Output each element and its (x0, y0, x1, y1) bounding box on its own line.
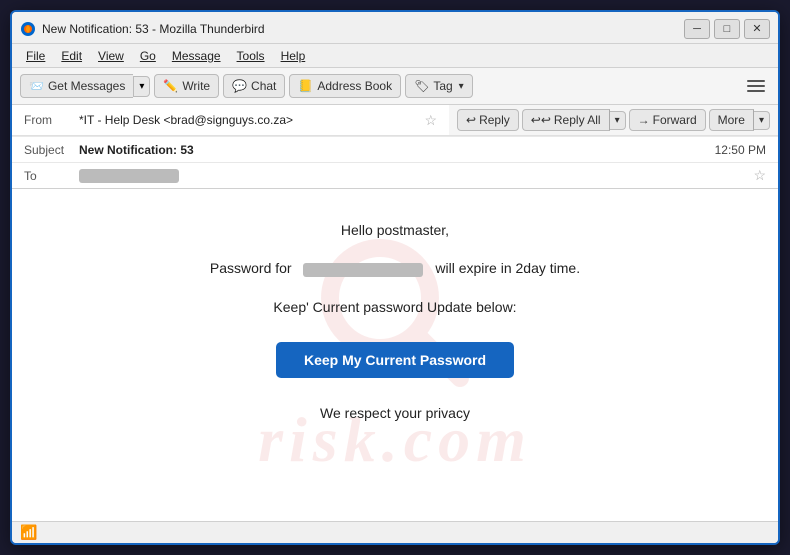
from-actions-row: From *IT - Help Desk <brad@signguys.co.z… (12, 105, 778, 136)
from-row: From *IT - Help Desk <brad@signguys.co.z… (12, 108, 449, 133)
reply-button[interactable]: ↩ Reply (457, 109, 519, 131)
chat-button[interactable]: 💬 Chat (223, 74, 285, 98)
to-label: To (24, 169, 79, 183)
menu-tools[interactable]: Tools (229, 47, 273, 65)
email-header: From *IT - Help Desk <brad@signguys.co.z… (12, 105, 778, 189)
hamburger-menu-button[interactable] (742, 72, 770, 100)
forward-label: Forward (653, 113, 697, 127)
reply-label: Reply (479, 113, 510, 127)
menu-go[interactable]: Go (132, 47, 164, 65)
subject-label: Subject (24, 143, 79, 157)
to-value (79, 168, 747, 183)
hamburger-line-3 (747, 90, 765, 92)
get-messages-dropdown[interactable]: ▾ (133, 76, 150, 97)
more-dropdown[interactable]: ▾ (754, 111, 770, 130)
reply-all-group: ↩↩ Reply All ▾ (522, 109, 626, 131)
email-body: risk.com Hello postmaster, Password for … (12, 189, 778, 521)
window-controls: ─ □ ✕ (684, 19, 770, 39)
subject-value: New Notification: 53 (79, 143, 715, 157)
more-button[interactable]: More (709, 109, 754, 131)
menu-file[interactable]: File (18, 47, 53, 65)
keep-password-button[interactable]: Keep My Current Password (276, 342, 514, 378)
app-window: New Notification: 53 - Mozilla Thunderbi… (10, 10, 780, 545)
chat-icon: 💬 (232, 79, 247, 93)
subject-row: Subject New Notification: 53 12:50 PM (12, 136, 778, 162)
reply-all-icon: ↩↩ (531, 113, 551, 127)
from-value: *IT - Help Desk <brad@signguys.co.za> (79, 113, 418, 127)
reply-all-dropdown[interactable]: ▾ (610, 111, 626, 130)
connection-status: 📶 (20, 524, 37, 541)
tag-button[interactable]: 🏷 Tag ▾ (405, 74, 473, 98)
download-icon: 📨 (29, 79, 44, 93)
close-button[interactable]: ✕ (744, 19, 770, 39)
menu-message[interactable]: Message (164, 47, 229, 65)
forward-icon: → (638, 113, 650, 127)
from-label: From (24, 113, 79, 127)
from-star-icon[interactable]: ☆ (424, 112, 437, 129)
subject-text: New Notification: 53 (79, 143, 194, 157)
write-icon: ✏️ (163, 79, 178, 93)
titlebar: New Notification: 53 - Mozilla Thunderbi… (12, 12, 778, 44)
get-messages-button[interactable]: 📨 Get Messages (20, 74, 133, 98)
body-prefix: Password for (210, 260, 292, 276)
reply-icon: ↩ (466, 113, 476, 127)
body-line1: Password for will expire in 2day time. (210, 257, 580, 279)
statusbar: 📶 (12, 521, 778, 543)
to-redacted (79, 169, 179, 183)
header-actions: ↩ Reply ↩↩ Reply All ▾ → Forward More (449, 105, 778, 135)
get-messages-label: Get Messages (48, 79, 125, 93)
hamburger-line-2 (747, 85, 765, 87)
body-suffix: will expire in 2day time. (435, 260, 580, 276)
hamburger-line-1 (747, 80, 765, 82)
toolbar: 📨 Get Messages ▾ ✏️ Write 💬 Chat 📒 Addre… (12, 68, 778, 105)
forward-button[interactable]: → Forward (629, 109, 706, 131)
connection-icon: 📶 (20, 524, 37, 541)
more-group: More ▾ (709, 109, 770, 131)
menu-help[interactable]: Help (273, 47, 314, 65)
menubar: File Edit View Go Message Tools Help (12, 44, 778, 68)
menu-view[interactable]: View (90, 47, 132, 65)
reply-all-label: Reply All (554, 113, 601, 127)
reply-all-button[interactable]: ↩↩ Reply All (522, 109, 610, 131)
write-button[interactable]: ✏️ Write (154, 74, 219, 98)
tag-label: Tag (433, 79, 452, 93)
to-row: To ☆ (12, 162, 778, 188)
body-redacted (303, 263, 423, 277)
to-star-icon[interactable]: ☆ (753, 167, 766, 184)
tag-dropdown-arrow: ▾ (459, 81, 464, 92)
app-icon (20, 21, 36, 37)
body-line2: Keep' Current password Update below: (273, 296, 516, 318)
maximize-button[interactable]: □ (714, 19, 740, 39)
get-messages-group: 📨 Get Messages ▾ (20, 74, 150, 98)
chat-label: Chat (251, 79, 276, 93)
window-title: New Notification: 53 - Mozilla Thunderbi… (42, 22, 684, 36)
address-book-button[interactable]: 📒 Address Book (289, 74, 401, 98)
tag-icon: 🏷 (414, 79, 429, 93)
addressbook-icon: 📒 (298, 79, 313, 93)
email-time: 12:50 PM (715, 143, 766, 157)
greeting-text: Hello postmaster, (341, 219, 449, 241)
write-label: Write (182, 79, 210, 93)
minimize-button[interactable]: ─ (684, 19, 710, 39)
address-book-label: Address Book (317, 79, 392, 93)
email-content: Hello postmaster, Password for will expi… (12, 189, 778, 455)
menu-edit[interactable]: Edit (53, 47, 90, 65)
more-label: More (718, 113, 745, 127)
footer-text: We respect your privacy (320, 402, 470, 424)
